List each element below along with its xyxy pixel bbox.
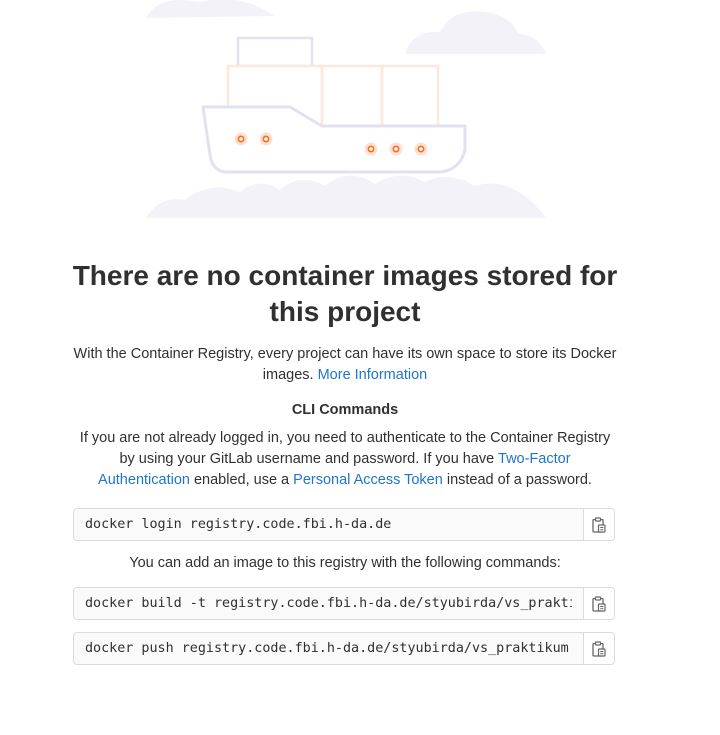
docker-build-command — [73, 587, 615, 620]
login-instructions: If you are not already logged in, you ne… — [74, 428, 616, 491]
docker-login-command — [73, 508, 615, 541]
more-information-link[interactable]: More Information — [318, 367, 428, 383]
docker-build-command-input[interactable] — [74, 588, 583, 619]
login-text-3: instead of a password. — [446, 472, 592, 488]
copy-build-command-button[interactable] — [583, 588, 614, 619]
container-ship-illustration — [146, 0, 546, 218]
clipboard-icon — [592, 640, 606, 657]
docker-push-command — [73, 632, 615, 665]
copy-login-command-button[interactable] — [583, 509, 614, 540]
docker-push-command-input[interactable] — [74, 633, 583, 664]
login-text-2: enabled, use a — [193, 472, 290, 488]
clipboard-icon — [592, 595, 606, 612]
empty-state-title: There are no container images stored for… — [72, 260, 618, 327]
clipboard-icon — [592, 516, 606, 533]
empty-state-description: With the Container Registry, every proje… — [70, 344, 620, 386]
copy-push-command-button[interactable] — [583, 633, 614, 664]
docker-login-command-input[interactable] — [74, 509, 583, 540]
add-image-instructions: You can add an image to this registry wi… — [129, 555, 561, 571]
cli-commands-heading: CLI Commands — [291, 402, 399, 418]
personal-access-token-link[interactable]: Personal Access Token — [293, 472, 443, 488]
